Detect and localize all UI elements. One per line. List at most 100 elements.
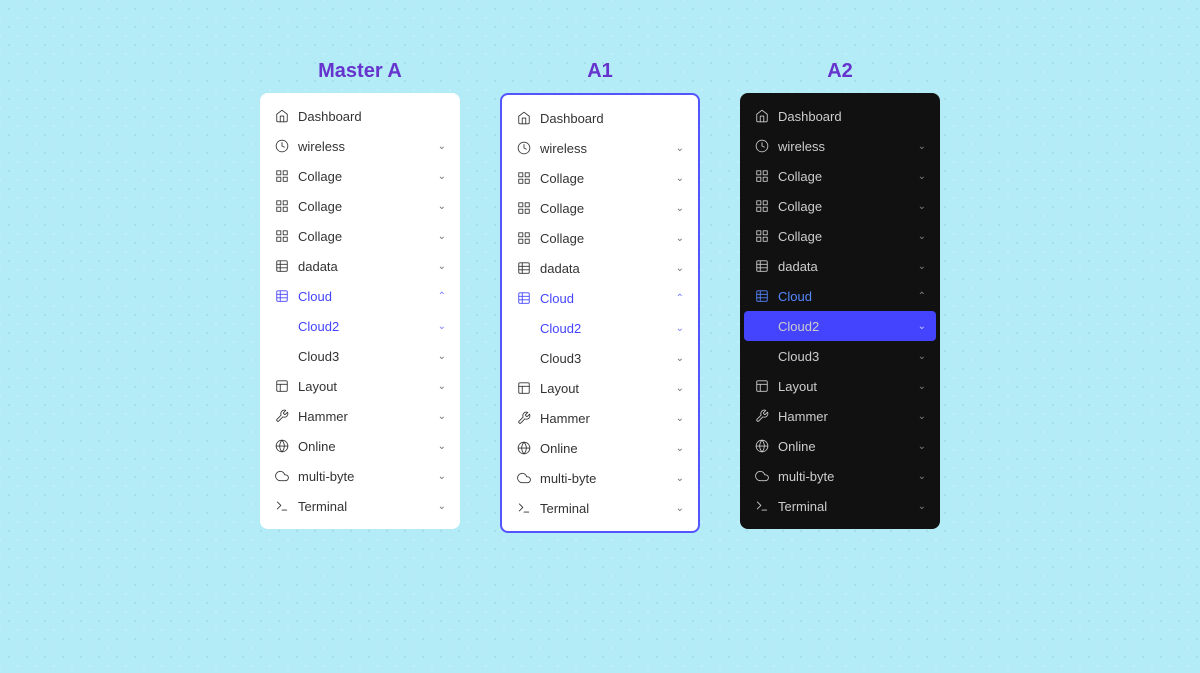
sidebar-item-hammer[interactable]: Hammer ⌄	[260, 401, 460, 431]
sidebar-a1-item-cloud3[interactable]: Cloud3 ⌄	[502, 343, 698, 373]
sidebar-item-cloud[interactable]: Cloud ⌃	[260, 281, 460, 311]
home-icon	[516, 110, 532, 126]
chevron-icon: ⌄	[676, 473, 684, 484]
sidebar-label-multibyte: multi-byte	[298, 469, 354, 484]
sidebar-a1-label-cloud2: Cloud2	[540, 321, 581, 336]
chevron-icon: ⌄	[676, 233, 684, 244]
globe-icon	[754, 438, 770, 454]
sidebar-a2-item-online[interactable]: Online ⌄	[740, 431, 940, 461]
sidebar-item-collage3[interactable]: Collage ⌄	[260, 221, 460, 251]
sidebar-a2-item-collage3[interactable]: Collage ⌄	[740, 221, 940, 251]
grid-icon	[754, 168, 770, 184]
sidebar-label-cloud2: Cloud2	[298, 319, 339, 334]
sidebar-item-multibyte[interactable]: multi-byte ⌄	[260, 461, 460, 491]
chevron-icon: ⌄	[438, 231, 446, 242]
sidebar-a2-item-terminal[interactable]: Terminal ⌄	[740, 491, 940, 521]
chevron-icon: ⌄	[918, 501, 926, 512]
chevron-icon: ⌄	[918, 261, 926, 272]
sidebar-a1-item-layout[interactable]: Layout ⌄	[502, 373, 698, 403]
sidebar-a1-item-terminal[interactable]: Terminal ⌄	[502, 493, 698, 523]
sidebar-a1-item-multibyte[interactable]: multi-byte ⌄	[502, 463, 698, 493]
sidebar-item-terminal[interactable]: Terminal ⌄	[260, 491, 460, 521]
layout-icon	[274, 378, 290, 394]
sidebar-a1-item-collage3[interactable]: Collage ⌄	[502, 223, 698, 253]
empty-icon2	[754, 348, 770, 364]
sidebar-a2-item-dadata[interactable]: dadata ⌄	[740, 251, 940, 281]
home-icon	[274, 108, 290, 124]
sidebar-item-layout[interactable]: Layout ⌄	[260, 371, 460, 401]
sidebar-a1-label-wireless: wireless	[540, 141, 587, 156]
sidebar-a1-item-collage1[interactable]: Collage ⌄	[502, 163, 698, 193]
chevron-icon: ⌄	[918, 201, 926, 212]
layout-icon	[754, 378, 770, 394]
sidebar-a2-item-dashboard[interactable]: Dashboard	[740, 101, 940, 131]
sidebar-label-cloud: Cloud	[298, 289, 332, 304]
empty-icon2	[274, 348, 290, 364]
sidebar-item-dashboard[interactable]: Dashboard	[260, 101, 460, 131]
chevron-icon: ⌄	[918, 471, 926, 482]
sidebar-a1-label-cloud3: Cloud3	[540, 351, 581, 366]
panel-master-a: Master A Dashboard wireless ⌄ Collage ⌄	[260, 60, 460, 529]
sidebar-a2-item-cloud[interactable]: Cloud ⌃	[740, 281, 940, 311]
sidebar-label-wireless: wireless	[298, 139, 345, 154]
chevron-icon: ⌄	[438, 351, 446, 362]
chevron-icon: ⌄	[438, 381, 446, 392]
layout-icon	[516, 380, 532, 396]
sidebar-label-online: Online	[298, 439, 336, 454]
chevron-icon: ⌄	[676, 143, 684, 154]
sidebar-a2-item-cloud3[interactable]: Cloud3 ⌄	[740, 341, 940, 371]
sidebar-a1-item-dadata[interactable]: dadata ⌄	[502, 253, 698, 283]
sidebar-a1-item-cloud2[interactable]: Cloud2 ⌄	[502, 313, 698, 343]
grid-icon2	[754, 198, 770, 214]
sidebar-a2-label-layout: Layout	[778, 379, 817, 394]
panel-title-a2: A2	[827, 60, 853, 83]
sidebar-item-cloud2[interactable]: Cloud2 ⌄	[260, 311, 460, 341]
table2-icon	[274, 288, 290, 304]
terminal-icon	[516, 500, 532, 516]
sidebar-a2-label-collage3: Collage	[778, 229, 822, 244]
table2-icon	[516, 290, 532, 306]
sidebar-a1-item-online[interactable]: Online ⌄	[502, 433, 698, 463]
chevron-icon: ⌄	[918, 441, 926, 452]
chevron-icon: ⌄	[676, 503, 684, 514]
panel-title-a1: A1	[587, 60, 613, 83]
sidebar-item-collage2[interactable]: Collage ⌄	[260, 191, 460, 221]
sidebar-a1-label-layout: Layout	[540, 381, 579, 396]
empty-icon	[754, 318, 770, 334]
sidebar-a2-item-wireless[interactable]: wireless ⌄	[740, 131, 940, 161]
sidebar-a2-item-multibyte[interactable]: multi-byte ⌄	[740, 461, 940, 491]
sidebar-a2-item-hammer[interactable]: Hammer ⌄	[740, 401, 940, 431]
chevron-icon: ⌄	[676, 173, 684, 184]
sidebar-item-wireless[interactable]: wireless ⌄	[260, 131, 460, 161]
sidebar-label-layout: Layout	[298, 379, 337, 394]
sidebar-item-dadata[interactable]: dadata ⌄	[260, 251, 460, 281]
sidebar-a1-item-cloud[interactable]: Cloud ⌃	[502, 283, 698, 313]
sidebar-item-online[interactable]: Online ⌄	[260, 431, 460, 461]
sidebar-a1-item-dashboard[interactable]: Dashboard	[502, 103, 698, 133]
sidebar-a2-item-cloud2[interactable]: Cloud2 ⌄	[744, 311, 936, 341]
chevron-icon: ⌄	[438, 501, 446, 512]
empty-icon	[516, 320, 532, 336]
sidebar-a2-item-layout[interactable]: Layout ⌄	[740, 371, 940, 401]
sidebar-item-collage1[interactable]: Collage ⌄	[260, 161, 460, 191]
sidebar-a2-item-collage1[interactable]: Collage ⌄	[740, 161, 940, 191]
chevron-icon: ⌄	[438, 261, 446, 272]
sidebar-a2-label-cloud3: Cloud3	[778, 349, 819, 364]
tool-icon	[516, 410, 532, 426]
chevron-icon: ⌄	[438, 321, 446, 332]
panel-a1: A1 Dashboard wireless ⌄ Collage ⌄	[500, 60, 700, 533]
sidebar-a1-label-dashboard: Dashboard	[540, 111, 604, 126]
chevron-up-icon: ⌃	[918, 291, 926, 302]
chevron-icon: ⌄	[438, 441, 446, 452]
chevron-icon: ⌄	[676, 413, 684, 424]
sidebar-item-cloud3[interactable]: Cloud3 ⌄	[260, 341, 460, 371]
panel-title-master-a: Master A	[318, 60, 402, 83]
sidebar-a1-item-collage2[interactable]: Collage ⌄	[502, 193, 698, 223]
sidebar-a1-item-hammer[interactable]: Hammer ⌄	[502, 403, 698, 433]
table-icon	[516, 260, 532, 276]
sidebar-a1: Dashboard wireless ⌄ Collage ⌄ Collage ⌄	[500, 93, 700, 533]
chevron-up-icon: ⌃	[676, 293, 684, 304]
tool-icon	[274, 408, 290, 424]
sidebar-a1-item-wireless[interactable]: wireless ⌄	[502, 133, 698, 163]
sidebar-a2-item-collage2[interactable]: Collage ⌄	[740, 191, 940, 221]
